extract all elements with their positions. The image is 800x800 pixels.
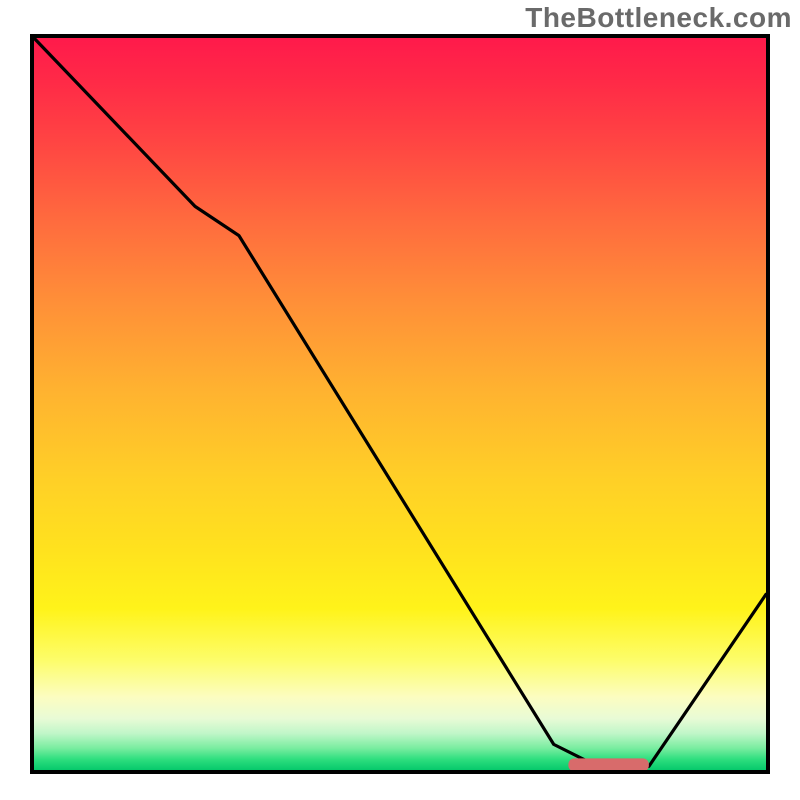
optimal-marker: [568, 758, 649, 770]
watermark-text: TheBottleneck.com: [525, 2, 792, 34]
bottleneck-curve-path: [34, 38, 766, 766]
bottleneck-curve-svg: [34, 38, 766, 770]
plot-frame: [30, 34, 770, 774]
chart-container: TheBottleneck.com: [0, 0, 800, 800]
